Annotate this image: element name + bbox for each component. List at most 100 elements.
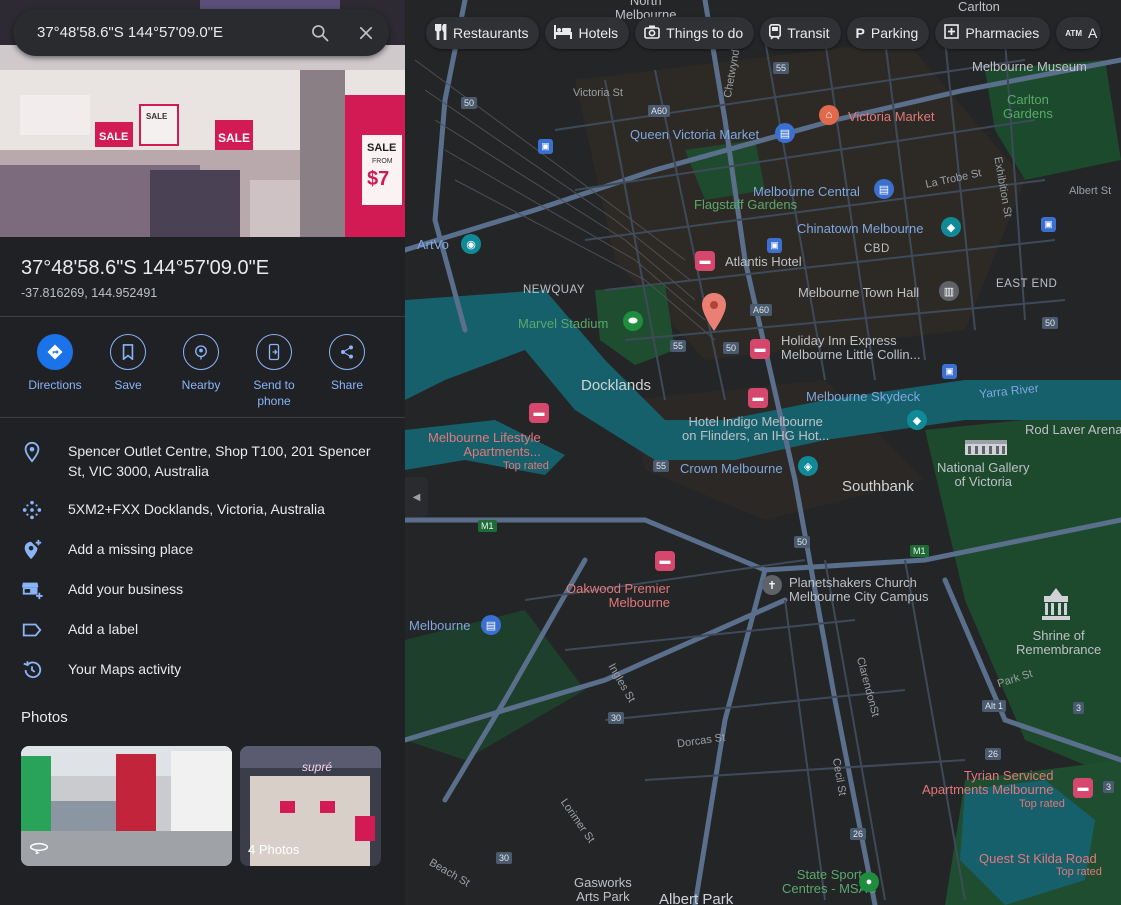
map-label-national-gallery[interactable]: National Gallery of Victoria	[937, 461, 1030, 489]
search-box[interactable]: 37°48'58.6"S 144°57'09.0"E	[13, 9, 389, 56]
send-to-phone-button[interactable]: Send to phone	[237, 334, 311, 409]
chip-restaurants[interactable]: Restaurants	[426, 17, 540, 49]
route-shield: 26	[850, 828, 867, 840]
close-icon[interactable]	[343, 10, 389, 56]
route-shield: A60	[750, 304, 773, 316]
add-business-icon	[0, 579, 68, 601]
market-pin-icon[interactable]: ⌂	[819, 105, 839, 125]
map-label-queen-victoria-market[interactable]: Queen Victoria Market	[630, 128, 759, 142]
map-label-tyrian[interactable]: Tyrian Serviced Apartments Melbourne	[922, 769, 1054, 797]
map-label-holiday-inn[interactable]: Holiday Inn Express Melbourne Little Col…	[781, 334, 920, 362]
map-label-melbourne-skydeck[interactable]: Melbourne Skydeck	[806, 390, 920, 404]
hotel-pin-icon[interactable]: ▬	[1073, 778, 1093, 798]
map-label-atlantis-hotel[interactable]: Atlantis Hotel	[725, 255, 802, 269]
map-label-melbourne-town-hall[interactable]: Melbourne Town Hall	[798, 286, 919, 300]
hotel-pin-icon[interactable]: ▬	[655, 551, 675, 571]
maps-activity-row[interactable]: Your Maps activity	[0, 659, 405, 681]
church-pin-icon[interactable]: ✝	[762, 575, 782, 595]
share-button[interactable]: Share	[310, 334, 384, 393]
chip-label: Parking	[870, 25, 919, 41]
map-label-cbd: CBD	[864, 243, 890, 255]
plus-code-icon	[0, 499, 68, 521]
map-label-marvel-stadium[interactable]: Marvel Stadium	[518, 317, 608, 331]
map-label-oakwood[interactable]: Oakwood Premier Melbourne	[566, 582, 670, 610]
shopping-pin-icon[interactable]: ▤	[874, 179, 894, 199]
chip-label: Transit	[787, 25, 830, 41]
hotel-pin-icon[interactable]: ▬	[750, 339, 770, 359]
chip-things-to-do[interactable]: Things to do	[635, 17, 755, 49]
map-label-melbourne-museum: Melbourne Museum	[972, 59, 1087, 74]
pharmacy-icon	[944, 24, 960, 42]
map-label-shrine[interactable]: Shrine of Remembrance	[1016, 629, 1101, 657]
place-panel: SALE SALE SALE SALE FROM $7 37°48'58.6"S…	[0, 0, 405, 905]
add-missing-place-text: Add a missing place	[68, 541, 194, 557]
map-canvas[interactable]: A60 A60 55 55 55 50 50 50 50 M1 M1 30 30…	[405, 0, 1121, 905]
map-label-carlton: Carlton	[958, 0, 1000, 14]
train-station-icon[interactable]: ▣	[538, 139, 553, 154]
chip-atms[interactable]: ATM A	[1056, 17, 1102, 49]
nearby-button[interactable]: Nearby	[164, 334, 238, 393]
divider	[0, 316, 405, 317]
top-rated-badge: Top rated	[503, 460, 549, 472]
landmark-pin-icon[interactable]: ▥	[939, 281, 959, 301]
map-label-planetshakers[interactable]: Planetshakers Church Melbourne City Camp…	[789, 576, 928, 604]
hotel-pin-icon[interactable]: ▬	[695, 251, 715, 271]
stadium-pin-icon[interactable]: ⬬	[623, 311, 643, 331]
directions-button[interactable]: Directions	[18, 334, 92, 393]
transit-icon	[769, 23, 782, 43]
send-to-phone-icon	[256, 334, 292, 370]
attraction-pin-icon[interactable]: ◆	[941, 217, 961, 237]
photos-heading: Photos	[21, 709, 68, 726]
address-text: Spencer Outlet Centre, Shop T100, 201 Sp…	[68, 443, 371, 479]
map-label-lifestyle-apartments[interactable]: Melbourne Lifestyle Apartments...	[428, 431, 541, 459]
hotel-pin-icon[interactable]: ▬	[529, 403, 549, 423]
chip-hotels[interactable]: Hotels	[545, 17, 630, 49]
route-shield: A60	[648, 105, 671, 117]
attraction-pin-icon[interactable]: ◆	[907, 410, 927, 430]
train-station-icon[interactable]: ▣	[767, 238, 782, 253]
train-station-icon[interactable]: ▣	[942, 364, 957, 379]
add-business-row[interactable]: Add your business	[0, 579, 405, 601]
chip-pharmacies[interactable]: Pharmacies	[935, 17, 1051, 49]
route-shield: 55	[773, 62, 790, 74]
sports-pin-icon[interactable]: ●	[859, 872, 879, 892]
chip-label: A	[1087, 25, 1098, 41]
send-to-phone-label: Send to phone	[253, 378, 295, 408]
map-label-albert-st: Albert St	[1069, 185, 1112, 197]
add-missing-place-row[interactable]: Add a missing place	[0, 539, 405, 561]
add-label-row[interactable]: Add a label	[0, 619, 405, 641]
casino-pin-icon[interactable]: ◈	[798, 456, 818, 476]
map-label-quest[interactable]: Quest St Kilda Road	[979, 852, 1097, 866]
map-label-crown-melbourne[interactable]: Crown Melbourne	[680, 462, 783, 476]
train-station-icon[interactable]: ▣	[1041, 217, 1056, 232]
map-label-hotel-indigo[interactable]: Hotel Indigo Melbourne on Flinders, an I…	[682, 415, 829, 443]
search-input[interactable]: 37°48'58.6"S 144°57'09.0"E	[13, 24, 297, 41]
address-row[interactable]: Spencer Outlet Centre, Shop T100, 201 Sp…	[0, 441, 405, 481]
map-label-rod-laver[interactable]: Rod Laver Arena	[1025, 423, 1121, 437]
sale-sign-4: SALE	[367, 142, 397, 154]
street-view-photo[interactable]	[21, 746, 232, 866]
sale-sign-2: SALE	[218, 131, 251, 145]
museum-pin-icon[interactable]: ◉	[461, 234, 481, 254]
save-button[interactable]: Save	[91, 334, 165, 393]
hotel-pin-icon[interactable]: ▬	[748, 388, 768, 408]
chip-parking[interactable]: P Parking	[846, 17, 930, 49]
top-rated-badge: Top rated	[1019, 798, 1065, 810]
search-icon[interactable]	[297, 10, 343, 56]
shopping-pin-icon[interactable]: ▤	[481, 615, 501, 635]
map-label-melbourne[interactable]: Melbourne	[409, 619, 470, 633]
shopping-pin-icon[interactable]: ▤	[775, 123, 795, 143]
map-label-gasworks[interactable]: Gasworks Arts Park	[574, 876, 632, 904]
map-label-artvo[interactable]: ArtVo	[417, 238, 449, 252]
action-bar: Directions Save Nearby Send to phone Sha…	[0, 334, 405, 408]
map-label-chinatown[interactable]: Chinatown Melbourne	[797, 222, 923, 236]
collapse-panel-button[interactable]: ◀	[405, 477, 428, 517]
map-label-victoria-market[interactable]: Victoria Market	[848, 110, 934, 124]
nearby-icon	[183, 334, 219, 370]
route-shield: M1	[478, 520, 497, 532]
route-shield: 3	[1103, 781, 1115, 793]
directions-label: Directions	[28, 378, 82, 392]
photos-gallery-tile[interactable]: supré 4 Photos	[240, 746, 381, 866]
chip-transit[interactable]: Transit	[760, 17, 841, 49]
plus-code-row[interactable]: 5XM2+FXX Docklands, Victoria, Australia	[0, 499, 405, 521]
